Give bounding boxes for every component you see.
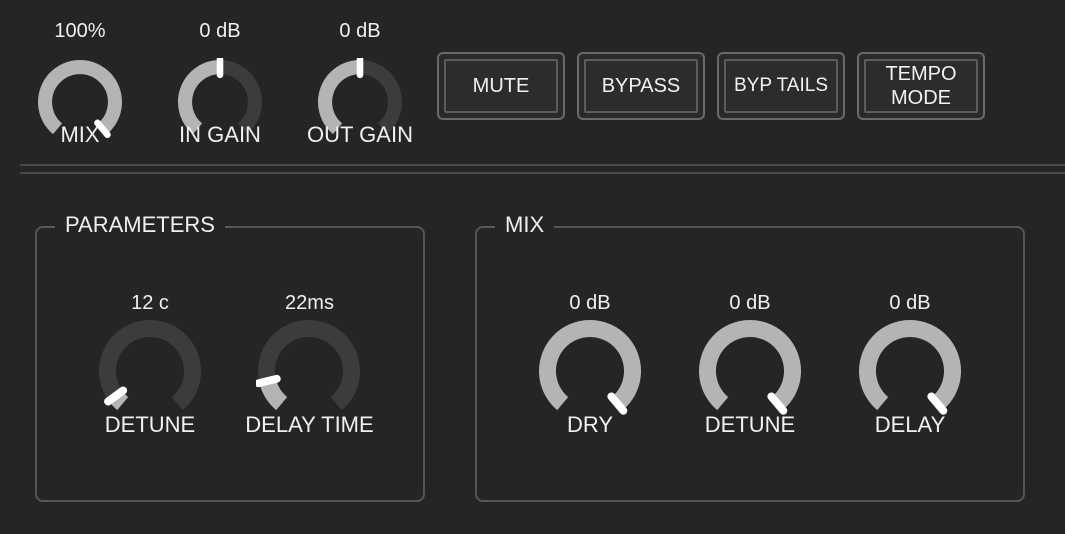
delay-label: DELAY	[874, 412, 946, 437]
bypass-button-label: BYPASS	[584, 59, 698, 113]
byp-tails-button[interactable]: BYP TAILS	[717, 52, 845, 120]
mix-detune-knob[interactable]: 0 dB DETUNE	[690, 288, 810, 438]
dry-fill	[539, 320, 641, 411]
mix-knob[interactable]: 100% MIX	[30, 18, 130, 148]
divider-bottom	[20, 172, 1065, 174]
in-gain-fill	[178, 60, 221, 135]
dry-value: 0 dB	[569, 292, 611, 314]
mix-value: 100%	[54, 20, 106, 42]
in-gain-value: 0 dB	[199, 20, 241, 42]
mix-detune-label: DETUNE	[704, 412, 796, 437]
tempo-mode-line2: MODE	[891, 87, 951, 109]
detune-value: 12 c	[131, 292, 169, 314]
out-gain-value: 0 dB	[339, 20, 381, 42]
delay-time-knob[interactable]: 22ms DELAY TIME	[232, 288, 387, 438]
dry-dial[interactable]	[537, 318, 643, 424]
in-gain-knob[interactable]: 0 dB IN GAIN	[160, 18, 280, 148]
tempo-mode-button[interactable]: TEMPO MODE	[857, 52, 985, 120]
mute-button[interactable]: MUTE	[437, 52, 565, 120]
tempo-mode-line1: TEMPO	[885, 63, 957, 85]
mix-group-title: MIX	[495, 212, 555, 238]
delay-knob[interactable]: 0 dB DELAY	[850, 288, 970, 438]
mix-detune-dial[interactable]	[697, 318, 803, 424]
byp-tails-button-label: BYP TAILS	[724, 59, 838, 113]
out-gain-fill	[318, 60, 361, 135]
out-gain-knob[interactable]: 0 dB OUT GAIN	[295, 18, 425, 148]
bypass-button[interactable]: BYPASS	[577, 52, 705, 120]
mix-detune-value: 0 dB	[729, 292, 771, 314]
mute-button-label: MUTE	[444, 59, 558, 113]
dry-label: DRY	[566, 412, 614, 437]
delay-time-dial[interactable]	[256, 318, 362, 424]
mix-label: MIX	[60, 122, 100, 147]
divider-top	[20, 164, 1065, 166]
delay-value: 0 dB	[889, 292, 931, 314]
detune-knob[interactable]: 12 c DETUNE	[90, 288, 210, 438]
detune-dial[interactable]	[97, 318, 203, 424]
parameters-title: PARAMETERS	[55, 212, 225, 238]
delay-fill	[859, 320, 961, 411]
delay-dial[interactable]	[857, 318, 963, 424]
delay-time-indicator	[256, 374, 281, 388]
dry-knob[interactable]: 0 dB DRY	[530, 288, 650, 438]
detune-label: DETUNE	[104, 412, 196, 437]
delay-time-label: DELAY TIME	[245, 412, 374, 437]
tempo-mode-button-label: TEMPO MODE	[864, 59, 978, 113]
delay-time-value: 22ms	[285, 292, 334, 314]
mix-detune-fill	[699, 320, 801, 411]
mix-fill	[38, 60, 122, 135]
in-gain-label: IN GAIN	[179, 122, 261, 147]
out-gain-label: OUT GAIN	[307, 122, 413, 147]
